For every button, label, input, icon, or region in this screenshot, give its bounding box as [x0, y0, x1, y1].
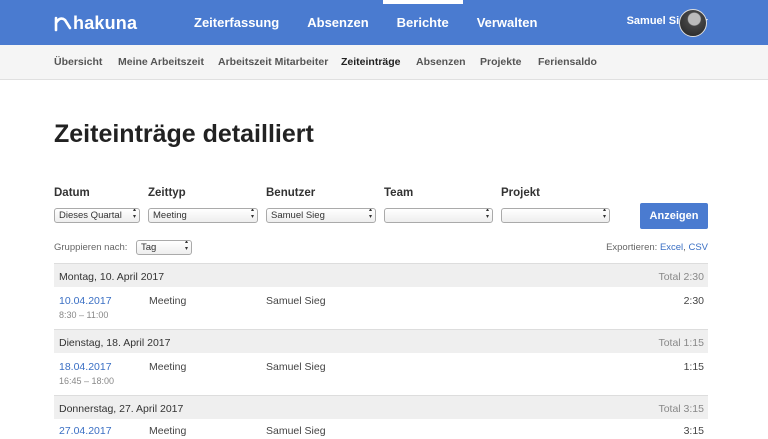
entry-user: Samuel Sieg	[266, 425, 326, 437]
filter-label-datum: Datum	[54, 187, 90, 199]
avatar[interactable]	[679, 9, 707, 37]
entry-user: Samuel Sieg	[266, 295, 326, 307]
logo-text: hakuna	[73, 12, 138, 33]
entry-duration: 1:15	[683, 361, 704, 373]
subnav-meine-arbeitszeit[interactable]: Meine Arbeitszeit	[118, 56, 204, 68]
entry-type: Meeting	[149, 361, 187, 373]
grouping-select[interactable]: Tag	[136, 240, 192, 255]
sub-nav: Übersicht Meine Arbeitszeit Arbeitszeit …	[0, 45, 768, 80]
subnav-absenzen[interactable]: Absenzen	[416, 56, 466, 68]
grouping-label: Gruppieren nach:	[54, 242, 128, 253]
zeittyp-select[interactable]: Meeting	[148, 208, 258, 223]
day-header: Donnerstag, 27. April 2017 Total 3:15	[54, 395, 708, 419]
export-label: Exportieren:	[606, 242, 658, 253]
nav-absenzen[interactable]: Absenzen	[293, 0, 382, 45]
day-header: Dienstag, 18. April 2017 Total 1:15	[54, 329, 708, 353]
datum-select[interactable]: Dieses Quartal	[54, 208, 140, 223]
entry-type: Meeting	[149, 295, 187, 307]
day-total: Total 2:30	[658, 271, 704, 283]
subnav-arbeitszeit-mitarbeiter[interactable]: Arbeitszeit Mitarbeiter	[218, 56, 328, 68]
anzeigen-button[interactable]: Anzeigen	[640, 203, 708, 229]
entry-time-range: 16:45 – 18:00	[59, 376, 115, 386]
top-navbar: hakuna Zeiterfassung Absenzen Berichte V…	[0, 0, 768, 45]
subnav-uebersicht[interactable]: Übersicht	[54, 56, 102, 68]
export-separator: ,	[683, 242, 686, 253]
entry-date-link[interactable]: 18.04.2017	[59, 361, 112, 373]
hakuna-logo-icon	[54, 16, 72, 32]
entry-duration: 3:15	[683, 425, 704, 437]
day-header: Montag, 10. April 2017 Total 2:30	[54, 263, 708, 287]
subnav-feriensaldo[interactable]: Feriensaldo	[538, 56, 597, 68]
benutzer-select[interactable]: Samuel Sieg	[266, 208, 376, 223]
nav-berichte[interactable]: Berichte	[382, 0, 463, 45]
filter-label-benutzer: Benutzer	[266, 187, 316, 199]
day-total: Total 3:15	[658, 403, 704, 415]
entry-duration: 2:30	[683, 295, 704, 307]
table-row: 10.04.2017 8:30 – 11:00 Meeting Samuel S…	[54, 287, 708, 329]
subnav-zeiteintraege[interactable]: Zeiteinträge	[341, 56, 401, 68]
export-excel-link[interactable]: Excel	[660, 242, 683, 253]
main-nav: Zeiterfassung Absenzen Berichte Verwalte…	[180, 0, 551, 45]
nav-zeiterfassung[interactable]: Zeiterfassung	[180, 0, 293, 45]
day-heading: Donnerstag, 27. April 2017	[59, 403, 184, 415]
table-row: 18.04.2017 16:45 – 18:00 Meeting Samuel …	[54, 353, 708, 395]
page-title: Zeiteinträge detailliert	[54, 120, 314, 148]
day-total: Total 1:15	[658, 337, 704, 349]
day-heading: Dienstag, 18. April 2017	[59, 337, 171, 349]
filter-label-zeittyp: Zeittyp	[148, 187, 186, 199]
entry-date-link[interactable]: 27.04.2017	[59, 425, 112, 437]
entry-time-range: 8:30 – 11:00	[59, 310, 109, 320]
export-links: Exportieren: Excel, CSV	[606, 242, 708, 253]
entry-user: Samuel Sieg	[266, 361, 326, 373]
nav-verwalten[interactable]: Verwalten	[463, 0, 552, 45]
subnav-projekte[interactable]: Projekte	[480, 56, 521, 68]
entry-date-link[interactable]: 10.04.2017	[59, 295, 112, 307]
projekt-select[interactable]	[501, 208, 610, 223]
entry-type: Meeting	[149, 425, 187, 437]
export-csv-link[interactable]: CSV	[688, 242, 708, 253]
app-logo[interactable]: hakuna	[54, 13, 137, 33]
table-row: 27.04.2017 Meeting Samuel Sieg 3:15	[54, 419, 708, 439]
day-heading: Montag, 10. April 2017	[59, 271, 165, 283]
filter-label-team: Team	[384, 187, 414, 199]
filter-label-projekt: Projekt	[501, 187, 540, 199]
team-select[interactable]	[384, 208, 493, 223]
